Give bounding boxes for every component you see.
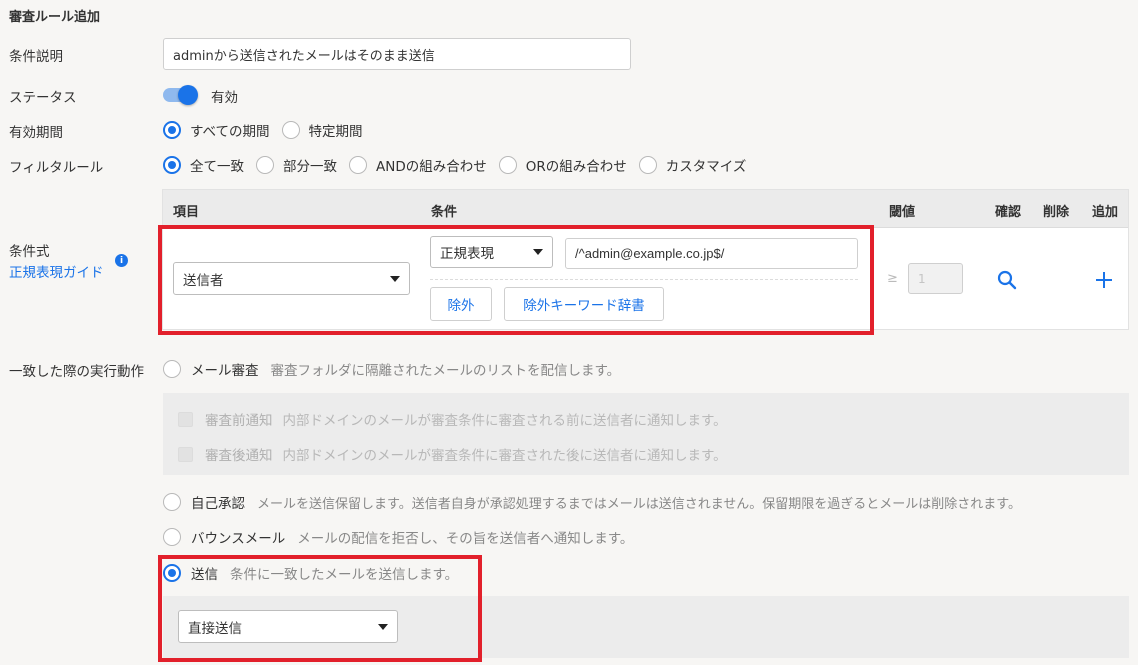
filter-option-or[interactable]: ORの組み合わせ xyxy=(498,155,627,175)
threshold-symbol: ≥ xyxy=(887,271,898,286)
header-confirm: 確認 xyxy=(995,205,1022,220)
radio-checked-icon xyxy=(163,564,181,582)
status-value: 有効 xyxy=(211,90,238,106)
header-condition: 条件 xyxy=(431,205,458,220)
action-option-self-approve[interactable]: 自己承認 メールを送信保留します。送信者自身が承認処理するまではメールは送信され… xyxy=(163,492,1021,512)
checkbox-icon xyxy=(178,411,193,427)
header-threshold: 閾値 xyxy=(889,205,916,220)
checkbox-icon xyxy=(178,446,193,462)
radio-unchecked-icon xyxy=(163,528,181,546)
item-select[interactable]: 送信者 xyxy=(173,262,410,295)
actions-label: 一致した際の実行動作 xyxy=(9,364,144,380)
radio-unchecked-icon xyxy=(349,156,367,174)
send-method-select[interactable]: 直接送信 xyxy=(178,610,398,643)
filter-rule-radio-group: 全て一致 部分一致 ANDの組み合わせ ORの組み合わせ カスタマイズ xyxy=(163,155,758,175)
filter-rule-label: フィルタルール xyxy=(9,160,104,176)
period-option-specific[interactable]: 特定期間 xyxy=(281,120,363,140)
exclude-keyword-dict-button[interactable]: 除外キーワード辞書 xyxy=(504,287,664,321)
filter-option-partial-match[interactable]: 部分一致 xyxy=(256,155,337,175)
radio-checked-icon xyxy=(163,121,181,139)
header-add: 追加 xyxy=(1092,205,1119,220)
radio-unchecked-icon xyxy=(163,493,181,511)
pattern-input[interactable]: /^admin@example.co.jp$/ xyxy=(565,238,858,269)
radio-unchecked-icon xyxy=(498,156,517,174)
radio-unchecked-icon xyxy=(638,156,657,174)
action-option-send[interactable]: 送信 条件に一致したメールを送信します。 xyxy=(163,563,458,583)
status-label: ステータス xyxy=(9,90,77,106)
filter-option-custom[interactable]: カスタマイズ xyxy=(638,155,746,175)
radio-unchecked-icon xyxy=(163,360,181,378)
filter-option-all-match[interactable]: 全て一致 xyxy=(163,155,244,175)
add-icon[interactable] xyxy=(1094,270,1114,290)
divider xyxy=(430,279,858,280)
exclude-button[interactable]: 除外 xyxy=(430,287,492,321)
pre-review-notify-checkbox[interactable]: 審査前通知 内部ドメインのメールが審査条件に審査される前に送信者に通知します。 xyxy=(178,409,727,429)
radio-checked-icon xyxy=(163,156,181,174)
status-toggle[interactable] xyxy=(163,84,199,106)
threshold-input[interactable]: 1 xyxy=(908,263,963,294)
table-header: 項目 条件 閾値 確認 削除 追加 xyxy=(163,190,1128,228)
page-title: 審査ルール追加 xyxy=(9,10,101,25)
regex-guide-link[interactable]: 正規表現ガイド xyxy=(9,261,104,281)
info-icon[interactable]: i xyxy=(115,254,128,267)
post-review-notify-checkbox[interactable]: 審査後通知 内部ドメインのメールが審査条件に審査された後に送信者に通知します。 xyxy=(178,444,727,464)
period-radio-group: すべての期間 特定期間 xyxy=(163,120,375,140)
period-label: 有効期間 xyxy=(9,125,63,141)
chevron-down-icon xyxy=(533,249,543,255)
action-option-review[interactable]: メール審査 審査フォルダに隔離されたメールのリストを配信します。 xyxy=(163,359,620,379)
search-icon[interactable] xyxy=(996,269,1018,291)
radio-unchecked-icon xyxy=(281,121,300,139)
condition-type-select[interactable]: 正規表現 xyxy=(430,236,553,268)
period-option-all[interactable]: すべての期間 xyxy=(163,120,270,140)
chevron-down-icon xyxy=(390,275,400,282)
radio-unchecked-icon xyxy=(256,156,274,174)
action-option-bounce[interactable]: バウンスメール メールの配信を拒否し、その旨を送信者へ通知します。 xyxy=(163,527,633,547)
chevron-down-icon xyxy=(378,623,388,630)
expression-label: 条件式 xyxy=(9,244,50,260)
header-item: 項目 xyxy=(173,205,200,220)
header-delete: 削除 xyxy=(1043,205,1070,220)
filter-option-and[interactable]: ANDの組み合わせ xyxy=(349,155,487,175)
description-label: 条件説明 xyxy=(9,49,63,65)
description-input[interactable]: adminから送信されたメールはそのまま送信 xyxy=(163,38,631,70)
